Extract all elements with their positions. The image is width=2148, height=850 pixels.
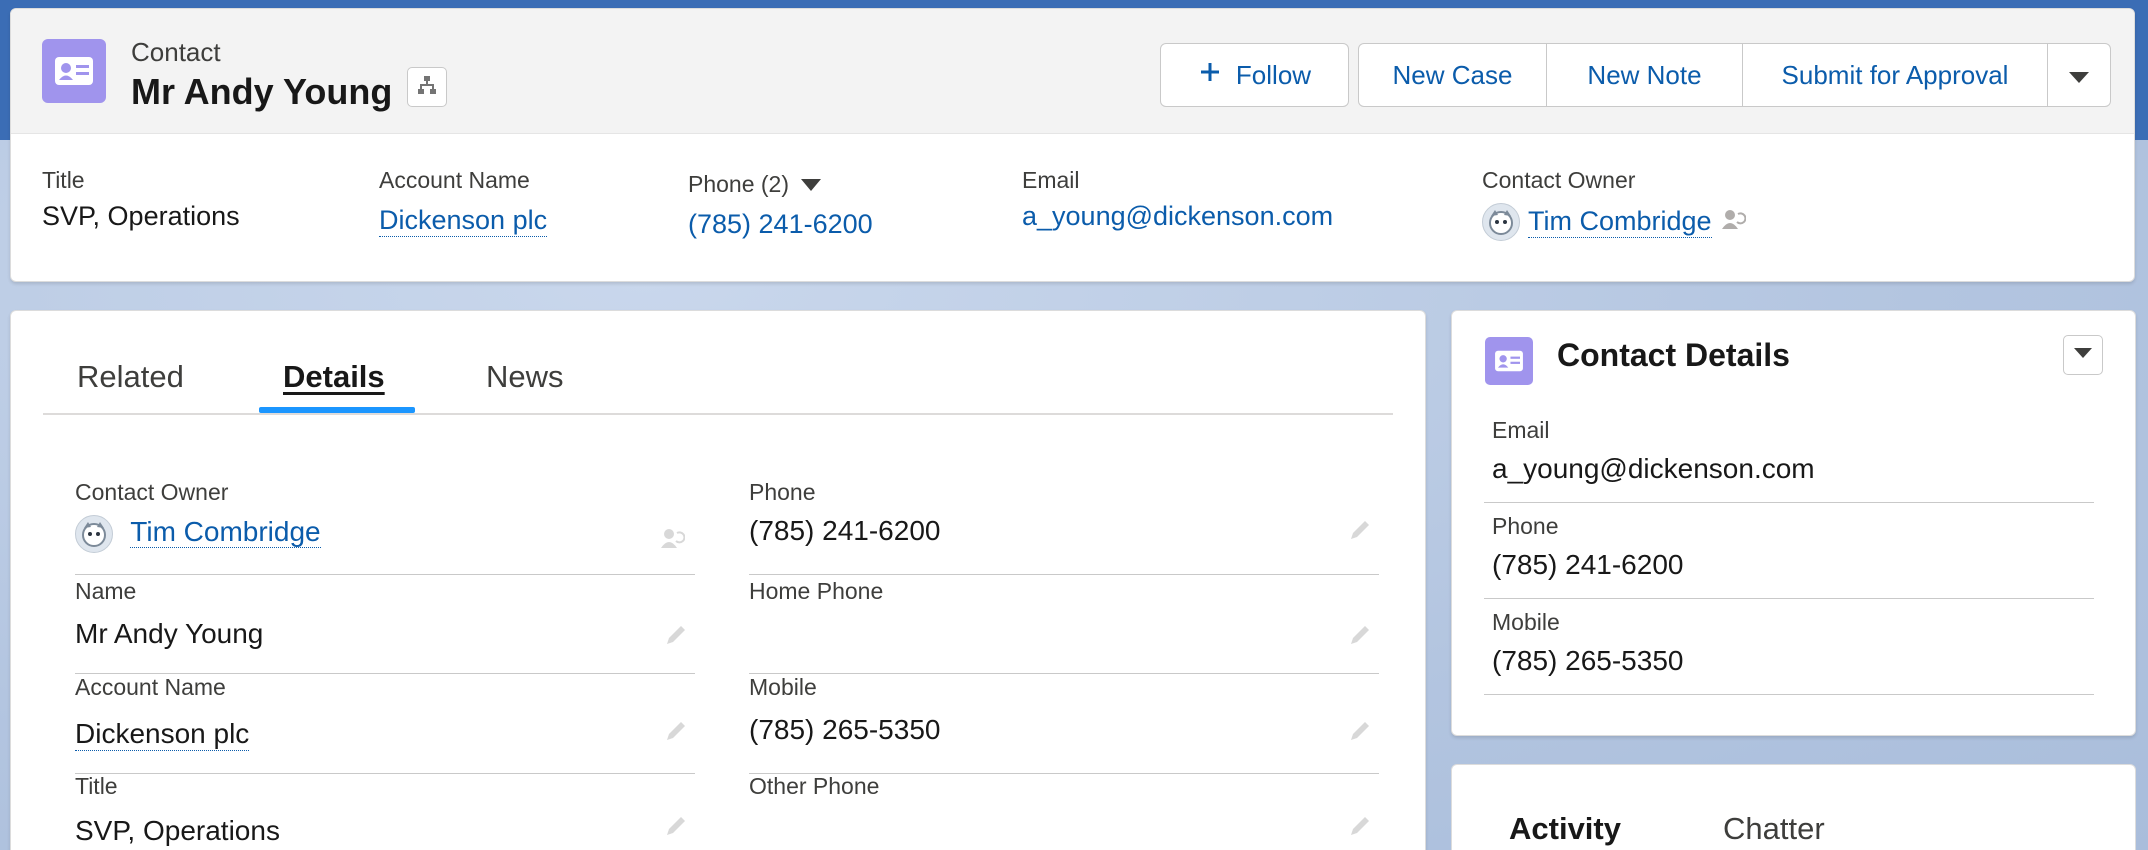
highlight-owner: Tim Combridge bbox=[1482, 203, 1746, 241]
field-value: Mr Andy Young bbox=[75, 618, 264, 649]
side-field-phone: Phone (785) 241-6200 bbox=[1484, 503, 2094, 599]
field-account-name: Account Name Dickenson plc bbox=[75, 674, 695, 774]
side-field-email: Email a_young@dickenson.com bbox=[1484, 407, 2094, 503]
phone-dropdown-trigger[interactable]: Phone (2) bbox=[688, 171, 822, 198]
tab-related[interactable]: Related bbox=[77, 359, 184, 395]
field-label: Mobile bbox=[749, 674, 817, 700]
highlight-title-value: SVP, Operations bbox=[42, 201, 240, 231]
field-label: Home Phone bbox=[749, 578, 884, 604]
activity-card: Activity Chatter bbox=[1451, 764, 2136, 850]
field-label: Contact Owner bbox=[75, 479, 229, 505]
record-tabs: Related Details News bbox=[43, 311, 1393, 415]
field-label: Phone bbox=[1492, 513, 1559, 539]
submit-for-approval-button[interactable]: Submit for Approval bbox=[1742, 43, 2048, 107]
tab-details[interactable]: Details bbox=[283, 359, 385, 395]
contact-details-card: Contact Details Email a_young@dickenson.… bbox=[1451, 310, 2136, 736]
chevron-down-icon bbox=[2069, 60, 2089, 91]
field-mobile: Mobile (785) 265-5350 bbox=[749, 674, 1379, 774]
field-contact-owner: Contact Owner Tim Combridge bbox=[75, 479, 695, 575]
phone-link[interactable]: (785) 241-6200 bbox=[749, 515, 940, 547]
highlight-phone-label: Phone (2) bbox=[688, 171, 790, 197]
follow-button[interactable]: Follow bbox=[1160, 43, 1349, 107]
card-menu-button[interactable] bbox=[2063, 335, 2103, 375]
record-title: Mr Andy Young bbox=[131, 71, 393, 112]
pencil-icon[interactable] bbox=[661, 811, 691, 841]
field-home-phone: Home Phone bbox=[749, 578, 1379, 674]
chevron-down-icon bbox=[2074, 346, 2092, 364]
follow-label: Follow bbox=[1235, 59, 1312, 90]
more-actions-button[interactable] bbox=[2047, 43, 2111, 107]
field-value: (785) 265-5350 bbox=[1492, 645, 1684, 676]
owner-avatar bbox=[75, 515, 113, 553]
tab-activity[interactable]: Activity bbox=[1509, 811, 1621, 847]
new-note-button[interactable]: New Note bbox=[1546, 43, 1743, 107]
change-owner-icon[interactable] bbox=[657, 523, 687, 553]
pencil-icon[interactable] bbox=[661, 620, 691, 650]
field-label: Mobile bbox=[1492, 609, 1560, 635]
highlight-account-label: Account Name bbox=[379, 167, 530, 193]
caret-down-icon bbox=[801, 171, 822, 198]
field-label: Other Phone bbox=[749, 773, 880, 799]
field-value: Tim Combridge bbox=[75, 515, 321, 553]
contact-owner-link[interactable]: Tim Combridge bbox=[130, 516, 321, 549]
highlight-owner-label: Contact Owner bbox=[1482, 167, 1636, 193]
record-detail-panel: Related Details News Contact Owner Tim C… bbox=[10, 310, 1426, 850]
tab-chatter[interactable]: Chatter bbox=[1723, 811, 1825, 847]
pencil-icon[interactable] bbox=[1345, 811, 1375, 841]
object-type-label: Contact bbox=[131, 37, 221, 67]
highlight-account-link[interactable]: Dickenson plc bbox=[379, 205, 548, 237]
highlight-email-link[interactable]: a_young@dickenson.com bbox=[1022, 201, 1333, 232]
field-label: Title bbox=[75, 773, 118, 799]
change-owner-icon[interactable] bbox=[1720, 206, 1746, 239]
email-link[interactable]: a_young@dickenson.com bbox=[1492, 453, 1815, 485]
plus-icon bbox=[1198, 60, 1222, 91]
side-field-mobile: Mobile (785) 265-5350 bbox=[1484, 599, 2094, 695]
pencil-icon[interactable] bbox=[1345, 716, 1375, 746]
field-label: Account Name bbox=[75, 674, 226, 700]
mobile-link[interactable]: (785) 265-5350 bbox=[749, 714, 940, 746]
field-value: SVP, Operations bbox=[75, 815, 280, 846]
owner-avatar bbox=[1482, 203, 1520, 241]
field-value: (785) 241-6200 bbox=[1492, 549, 1684, 580]
tab-news[interactable]: News bbox=[486, 359, 564, 395]
active-tab-indicator bbox=[259, 407, 415, 413]
hierarchy-icon bbox=[416, 74, 438, 101]
pencil-icon[interactable] bbox=[1345, 620, 1375, 650]
account-name-link[interactable]: Dickenson plc bbox=[75, 718, 250, 751]
field-label: Phone bbox=[749, 479, 816, 505]
highlight-phone-link[interactable]: (785) 241-6200 bbox=[688, 209, 873, 240]
highlight-owner-link[interactable]: Tim Combridge bbox=[1528, 206, 1712, 238]
card-title: Contact Details bbox=[1557, 337, 1790, 373]
highlights-panel: Contact Mr Andy Young Follow New Case Ne… bbox=[10, 8, 2135, 282]
contact-object-icon bbox=[42, 39, 106, 103]
field-other-phone: Other Phone bbox=[749, 773, 1379, 850]
field-title: Title SVP, Operations bbox=[75, 773, 695, 850]
view-hierarchy-button[interactable] bbox=[407, 67, 447, 107]
new-case-button[interactable]: New Case bbox=[1358, 43, 1547, 107]
record-header: Contact Mr Andy Young Follow New Case Ne… bbox=[11, 9, 2134, 134]
field-name: Name Mr Andy Young bbox=[75, 578, 695, 674]
highlight-title-label: Title bbox=[42, 167, 85, 193]
pencil-icon[interactable] bbox=[1345, 515, 1375, 545]
contact-object-icon bbox=[1485, 337, 1533, 385]
pencil-icon[interactable] bbox=[661, 716, 691, 746]
field-phone: Phone (785) 241-6200 bbox=[749, 479, 1379, 575]
highlight-email-label: Email bbox=[1022, 167, 1080, 193]
field-label: Name bbox=[75, 578, 137, 604]
field-label: Email bbox=[1492, 417, 1550, 443]
